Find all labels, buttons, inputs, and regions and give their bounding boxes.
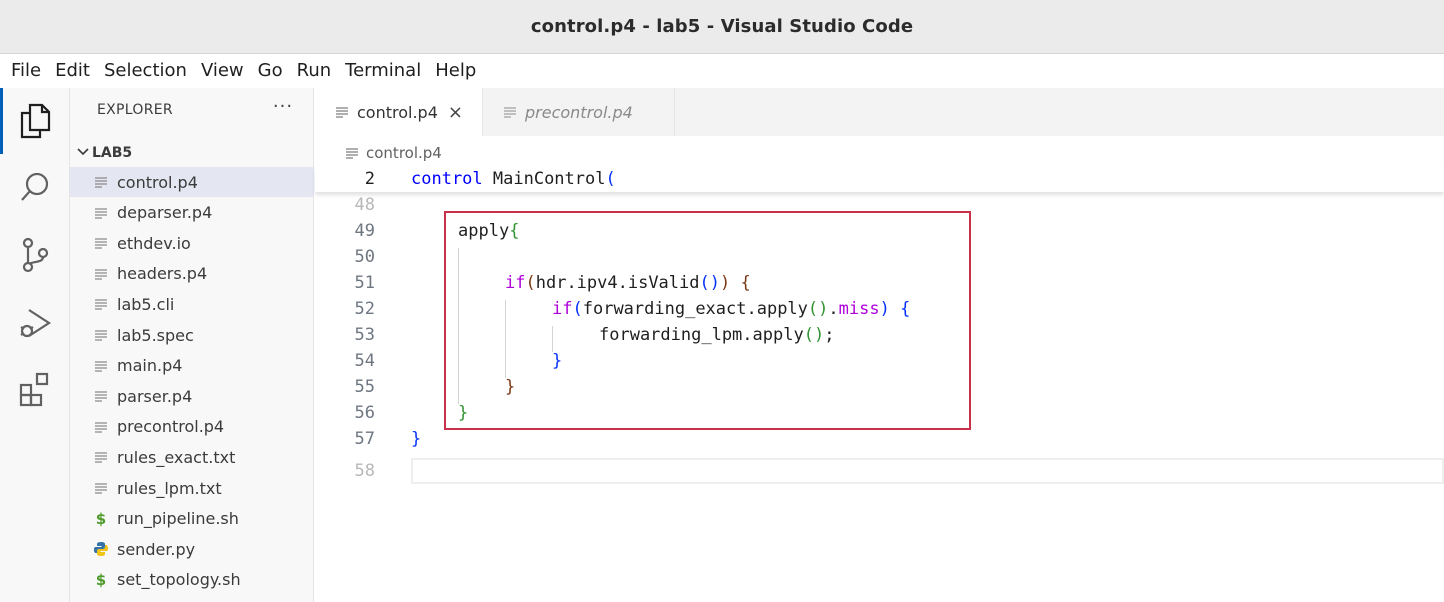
file-item[interactable]: control.p4 [70, 167, 314, 197]
line-number: 54 [354, 351, 375, 371]
file-label: lab5.spec [117, 325, 194, 345]
explorer-title: EXPLORER [97, 102, 173, 118]
text-file-icon [93, 449, 109, 465]
file-item[interactable]: lab5.spec [70, 320, 314, 350]
text-file-icon [93, 266, 109, 282]
line-number: 51 [354, 273, 375, 293]
menu-selection[interactable]: Selection [97, 54, 194, 88]
line-number: 48 [354, 195, 375, 215]
file-item[interactable]: rules_exact.txt [70, 442, 314, 472]
file-label: rules_exact.txt [117, 447, 236, 467]
title-bar: control.p4 - lab5 - Visual Studio Code [0, 0, 1444, 54]
text-file-icon [93, 480, 109, 496]
run-debug-icon[interactable] [14, 302, 56, 344]
file-item[interactable]: lab5.cli [70, 289, 314, 319]
file-item[interactable]: $ run_pipeline.sh [70, 504, 314, 534]
chevron-down-icon [70, 144, 92, 163]
menu-bar: File Edit Selection View Go Run Terminal… [0, 54, 1444, 88]
line-number: 50 [354, 247, 375, 267]
close-icon[interactable]: × [448, 102, 463, 123]
text-file-icon [93, 327, 109, 343]
tab-precontrol-p4[interactable]: precontrol.p4 [483, 88, 675, 136]
source-control-icon[interactable] [14, 234, 56, 276]
search-icon[interactable] [14, 166, 56, 208]
line-number: 57 [354, 429, 375, 449]
file-label: parser.p4 [117, 386, 193, 406]
file-item[interactable]: parser.p4 [70, 381, 314, 411]
text-file-icon [93, 419, 109, 435]
tab-label: precontrol.p4 [525, 102, 633, 122]
more-actions-icon[interactable]: ··· [270, 98, 296, 120]
line-number: 52 [354, 299, 375, 319]
active-indicator [0, 88, 3, 154]
tab-control-p4[interactable]: control.p4 × [315, 88, 483, 136]
text-file-icon [93, 174, 109, 190]
text-file-icon [335, 106, 349, 118]
file-label: set_topology.sh [117, 570, 241, 590]
text-file-icon [346, 148, 358, 159]
file-item[interactable]: precontrol.p4 [70, 412, 314, 442]
sticky-scroll-line[interactable]: 2 control MainControl( [315, 166, 1444, 192]
breadcrumb-file: control.p4 [366, 144, 442, 162]
file-label: main.p4 [117, 356, 183, 376]
file-item[interactable]: sender.py [70, 534, 314, 564]
code-token: control [411, 169, 483, 189]
menu-view[interactable]: View [194, 54, 251, 88]
menu-terminal[interactable]: Terminal [338, 54, 428, 88]
folder-lab5[interactable]: LAB5 [70, 140, 314, 166]
code-line: control MainControl( [411, 166, 616, 192]
menu-help[interactable]: Help [428, 54, 483, 88]
line-number: 55 [354, 377, 375, 397]
code-text: } [411, 429, 422, 449]
text-file-icon [93, 296, 109, 312]
window-title: control.p4 - lab5 - Visual Studio Code [530, 16, 914, 37]
file-item[interactable]: $ set_topology.sh [70, 565, 314, 595]
line-number: 49 [354, 221, 375, 241]
explorer-panel: EXPLORER ··· LAB5 control.p4 deparser.p4 e… [70, 88, 314, 602]
line-number: 58 [354, 461, 375, 481]
file-item[interactable]: rules_lpm.txt [70, 473, 314, 503]
extensions-icon[interactable] [14, 368, 56, 410]
file-item[interactable]: ethdev.io [70, 228, 314, 258]
folder-label: LAB5 [92, 145, 133, 161]
tab-bar: control.p4 × precontrol.p4 [315, 88, 1444, 136]
file-label: lab5.cli [117, 294, 175, 314]
file-item[interactable]: main.p4 [70, 351, 314, 381]
annotation-highlight-box [444, 211, 971, 430]
shell-script-icon: $ [95, 509, 107, 528]
tab-label: control.p4 [357, 102, 438, 122]
file-item[interactable]: headers.p4 [70, 259, 314, 289]
file-label: sender.py [117, 539, 196, 559]
text-file-icon [93, 235, 109, 251]
text-file-icon [503, 106, 517, 118]
file-label: run_pipeline.sh [117, 509, 239, 529]
file-label: deparser.p4 [117, 203, 213, 223]
menu-edit[interactable]: Edit [48, 54, 97, 88]
line-number: 53 [354, 325, 375, 345]
python-icon [93, 541, 109, 557]
line-number: 56 [354, 403, 375, 423]
code-token: ( [605, 169, 616, 189]
file-label: headers.p4 [117, 264, 208, 284]
menu-file[interactable]: File [4, 54, 48, 88]
file-label: ethdev.io [117, 233, 191, 253]
file-label: precontrol.p4 [117, 417, 225, 437]
code-line-58[interactable]: 58 [315, 458, 1444, 484]
breadcrumb[interactable]: control.p4 [345, 142, 442, 164]
shell-script-icon: $ [95, 570, 107, 589]
text-file-icon [93, 205, 109, 221]
text-file-icon [93, 358, 109, 374]
editor-area: control.p4 × precontrol.p4 control.p4 2 … [315, 88, 1444, 602]
code-token: MainControl [482, 169, 606, 189]
file-item[interactable]: deparser.p4 [70, 198, 314, 228]
explorer-icon[interactable] [14, 100, 56, 142]
line-number: 2 [364, 169, 375, 189]
menu-run[interactable]: Run [290, 54, 339, 88]
text-file-icon [93, 388, 109, 404]
menu-go[interactable]: Go [251, 54, 290, 88]
file-label: rules_lpm.txt [117, 478, 222, 498]
file-label: control.p4 [117, 172, 198, 192]
activity-bar [0, 88, 70, 602]
